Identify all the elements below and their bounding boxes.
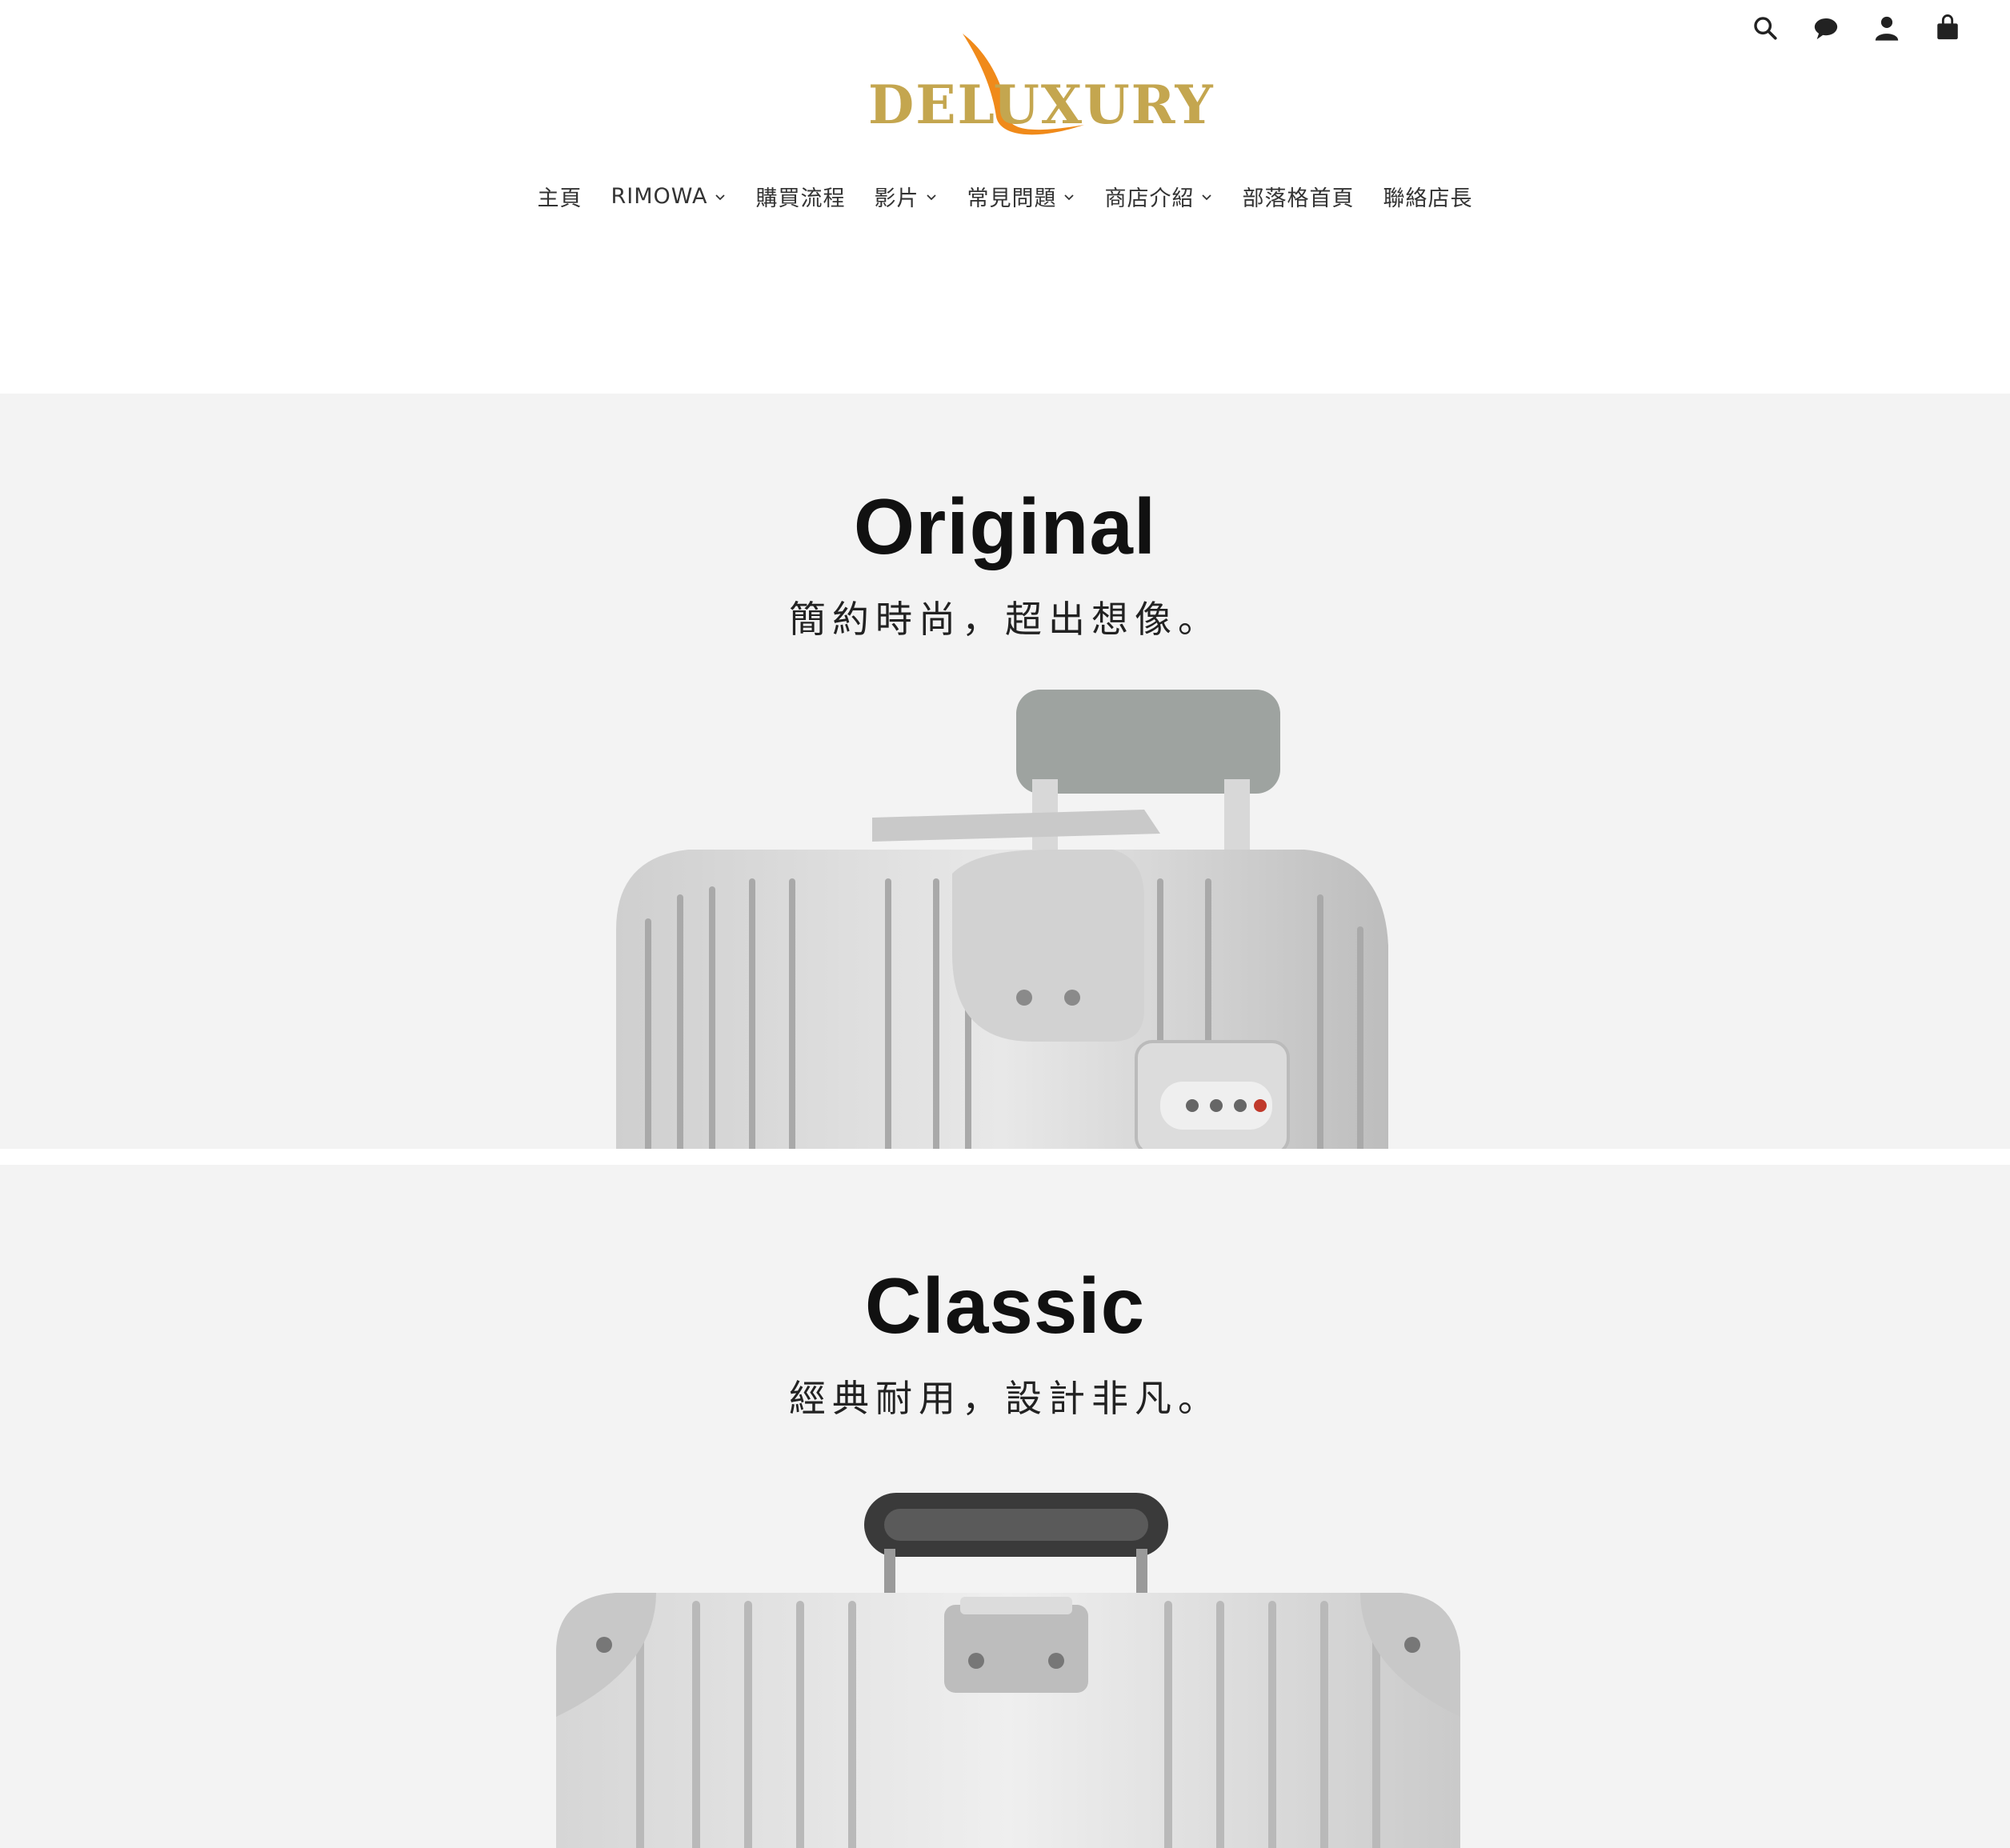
header-icons (1751, 8, 1962, 48)
nav-item-home[interactable]: 主頁 (538, 181, 583, 212)
section-subtitle: 簡約時尚，超出想像。 (789, 598, 1221, 641)
deluxury-logo[interactable]: DELUXURY (868, 29, 1215, 141)
section-title: Original (853, 482, 1157, 570)
main-nav: 主頁 RIMOWA 購買流程 影片 常見問題 商店介紹 部落格首頁 聯絡店長 (0, 181, 2010, 212)
nav-item-purchase-process[interactable]: 購買流程 (755, 181, 845, 212)
search-icon[interactable] (1751, 14, 1780, 42)
chevron-down-icon (1202, 194, 1212, 200)
collection-classic[interactable]: Classic 經典耐用，設計非凡。 (0, 1165, 2010, 1848)
section-title: Classic (864, 1262, 1146, 1350)
nav-item-blog-home[interactable]: 部落格首頁 (1242, 181, 1354, 212)
nav-item-store-intro[interactable]: 商店介紹 (1104, 181, 1213, 212)
chat-icon[interactable] (1812, 14, 1840, 42)
classic-suitcase-image (556, 1493, 1460, 1848)
section-subtitle: 經典耐用，設計非凡。 (789, 1377, 1221, 1420)
nav-item-rimowa[interactable]: RIMOWA (611, 181, 727, 212)
nav-item-faq[interactable]: 常見問題 (967, 181, 1075, 212)
collection-original[interactable]: Original 簡約時尚，超出想像。 (0, 394, 2010, 1149)
nav-item-contact[interactable]: 聯絡店長 (1383, 181, 1472, 212)
site-header: DELUXURY 主頁 RIMOWA 購買流程 影片 常見問題 商店介紹 部落格… (0, 0, 2010, 394)
logo-text: DELUXURY (868, 74, 1215, 136)
nav-item-videos[interactable]: 影片 (874, 181, 938, 212)
account-icon[interactable] (1872, 14, 1901, 42)
original-suitcase-image (616, 690, 1388, 1149)
chevron-down-icon (1064, 194, 1075, 200)
cart-icon[interactable] (1933, 14, 1962, 42)
chevron-down-icon (715, 194, 726, 200)
chevron-down-icon (927, 194, 937, 200)
